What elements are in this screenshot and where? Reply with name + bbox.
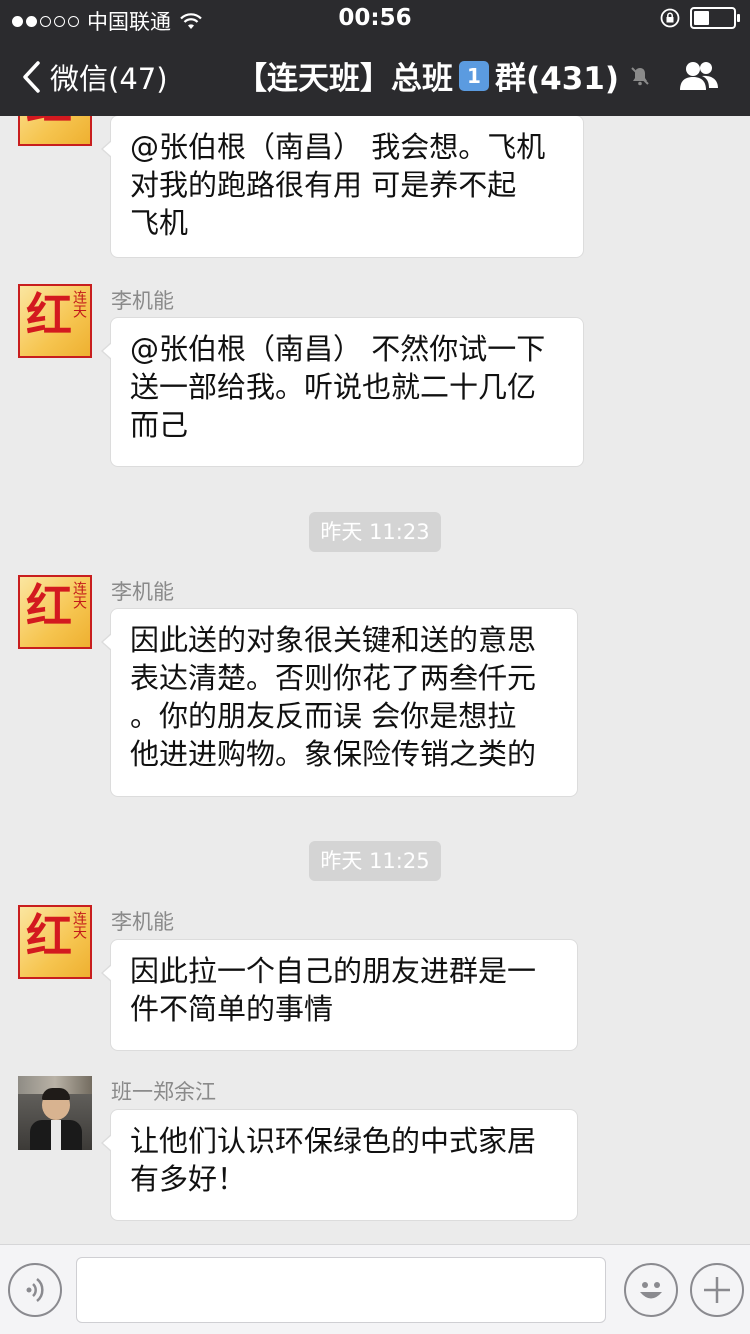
chat-area[interactable]: 红 连天 @张伯根（南昌） 我会想。飞机 对我的跑路很有用 可是养不起 飞机 红… [0, 116, 750, 1244]
battery-icon [690, 7, 740, 29]
sender-name: 班一郑余江 [111, 1080, 216, 1104]
rotation-lock-icon [660, 8, 680, 28]
message-input[interactable] [76, 1257, 606, 1323]
avatar[interactable]: 红 连天 [18, 905, 92, 979]
status-bar: 中国联通 00:56 [0, 0, 750, 38]
title-prefix: 【连天班】总班 [236, 61, 453, 97]
chat-title: 【连天班】总班 1 群(431) [236, 53, 651, 98]
status-time: 00:56 [338, 5, 412, 31]
chevron-left-icon [23, 61, 40, 93]
emoji-button[interactable] [624, 1263, 678, 1317]
message-bubble[interactable]: @张伯根（南昌） 我会想。飞机 对我的跑路很有用 可是养不起 飞机 [101, 116, 584, 258]
avatar[interactable]: 红 连天 [18, 575, 92, 649]
message-bubble[interactable]: 因此拉一个自己的朋友进群是一 件不简单的事情 [101, 939, 578, 1051]
sender-name: 李机能 [111, 910, 174, 934]
avatar[interactable]: 红 连天 [18, 284, 92, 358]
back-button[interactable]: 微信(47) [20, 56, 168, 98]
smiley-icon [640, 1282, 662, 1299]
status-right [660, 7, 740, 29]
timestamp: 昨天 11:25 [309, 841, 441, 881]
input-bar [0, 1244, 750, 1334]
sender-name: 李机能 [111, 580, 174, 604]
sender-name: 李机能 [111, 289, 174, 313]
title-number-badge: 1 [459, 60, 489, 91]
voice-icon [26, 1278, 44, 1302]
message-bubble[interactable]: @张伯根（南昌） 不然你试一下 送一部给我。听说也就二十几亿 而己 [101, 317, 584, 467]
voice-button[interactable] [8, 1263, 62, 1317]
nav-bar: 微信(47) 【连天班】总班 1 群(431) [0, 38, 750, 116]
title-suffix: 群(431) [495, 61, 620, 97]
group-members-icon[interactable] [678, 58, 720, 94]
timestamp: 昨天 11:23 [309, 512, 441, 552]
avatar[interactable]: 红 连天 [18, 116, 92, 146]
more-button[interactable] [690, 1263, 744, 1317]
plus-icon [704, 1277, 730, 1303]
message-bubble[interactable]: 让他们认识环保绿色的中式家居 有多好！ [101, 1109, 578, 1221]
back-label: 微信(47) [50, 62, 168, 96]
message-bubble[interactable]: 因此送的对象很关键和送的意思 表达清楚。否则你花了两叁仟元 。你的朋友反而误 会… [101, 608, 578, 797]
avatar-photo[interactable] [18, 1076, 92, 1150]
mute-bell-icon [631, 66, 649, 85]
